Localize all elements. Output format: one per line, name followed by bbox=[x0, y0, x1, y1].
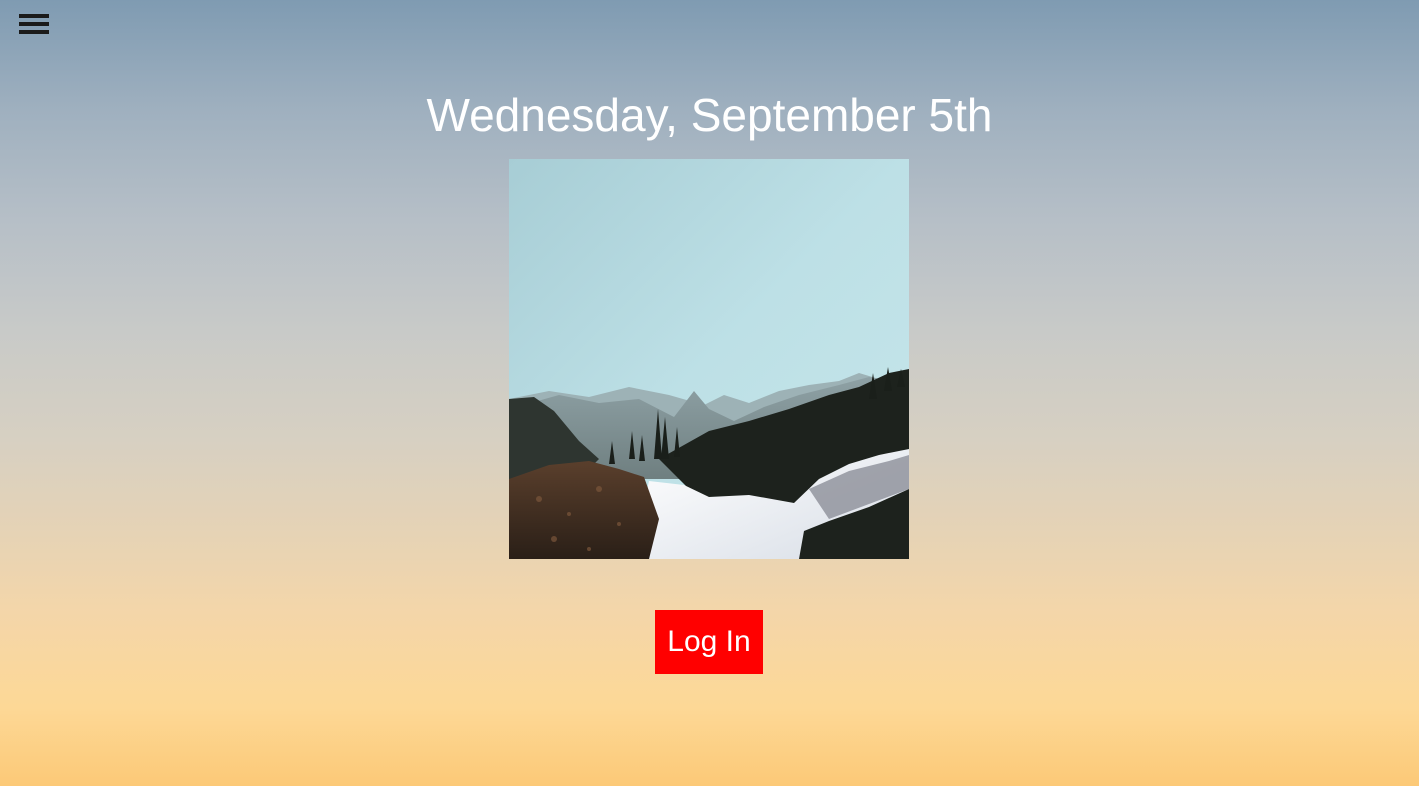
login-button[interactable]: Log In bbox=[655, 610, 763, 674]
page-title: Wednesday, September 5th bbox=[426, 89, 993, 141]
mountain-landscape-image bbox=[509, 159, 909, 559]
hamburger-menu-icon[interactable] bbox=[19, 14, 49, 35]
menu-bar-top bbox=[19, 14, 49, 18]
menu-bar-middle bbox=[19, 22, 49, 26]
menu-bar-bottom bbox=[19, 30, 49, 34]
